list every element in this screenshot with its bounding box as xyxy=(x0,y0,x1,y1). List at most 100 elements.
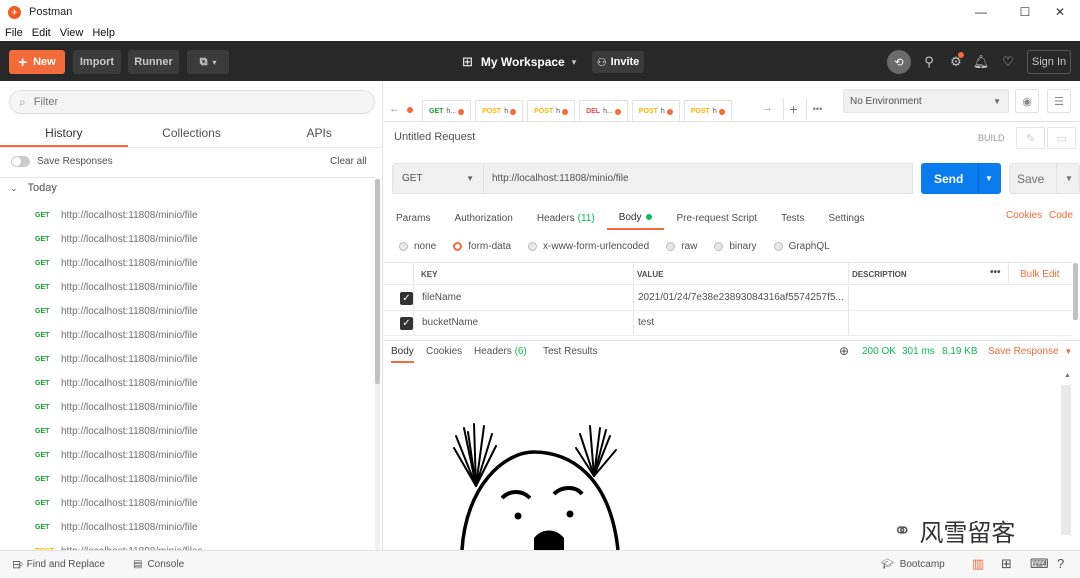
history-item[interactable]: GET http://localhost:11808/minio/file xyxy=(0,323,378,347)
close-window-button[interactable]: ✕ xyxy=(1040,0,1080,24)
runner-button[interactable]: Runner xyxy=(128,50,179,74)
more-tabs-icon[interactable]: ••• xyxy=(806,98,828,120)
filter-input[interactable] xyxy=(33,96,334,108)
keyboard-shortcuts-icon[interactable]: ⌨ xyxy=(1030,556,1049,572)
layout-two-pane-icon[interactable]: ▥ xyxy=(972,556,984,572)
console-button[interactable]: ▤ Console xyxy=(133,559,184,570)
save-responses-toggle[interactable] xyxy=(11,155,30,167)
build-mode-label[interactable]: BUILD xyxy=(978,133,1005,143)
history-item[interactable]: GET http://localhost:11808/minio/file xyxy=(0,443,378,467)
request-tab[interactable]: DEL h... xyxy=(579,100,628,122)
tab-settings[interactable]: Settings xyxy=(816,206,876,230)
history-group-today[interactable]: ⌄ Today xyxy=(10,182,57,194)
add-tab-plus-icon[interactable]: + xyxy=(783,98,803,120)
tab-history[interactable]: History xyxy=(0,121,128,147)
tab-body[interactable]: Body xyxy=(606,206,665,230)
request-tab[interactable]: POST h xyxy=(475,100,524,122)
settings-gear-icon[interactable]: ⚙ xyxy=(947,52,965,71)
response-status[interactable]: 200 OK xyxy=(862,346,896,357)
history-item[interactable]: GET http://localhost:11808/minio/file xyxy=(0,299,378,323)
history-item[interactable]: GET http://localhost:11808/minio/file xyxy=(0,275,378,299)
environment-select[interactable]: No Environment ▼ xyxy=(843,89,1009,113)
resp-tab-test-results[interactable]: Test Results xyxy=(543,346,597,357)
arrow-left-icon[interactable]: ← xyxy=(389,103,400,115)
radio-raw[interactable] xyxy=(666,241,676,251)
response-scrollbar-thumb[interactable] xyxy=(1061,385,1071,535)
more-options-icon[interactable]: ••• xyxy=(990,267,1001,278)
help-icon[interactable]: ? xyxy=(1057,556,1064,571)
method-select[interactable]: GET ▼ xyxy=(392,163,484,194)
minimize-button[interactable]: — xyxy=(961,0,1001,24)
new-window-button[interactable]: ⧉ ▾ xyxy=(187,50,229,74)
sync-off-icon[interactable]: ⟲ xyxy=(887,50,911,74)
radio-none[interactable] xyxy=(399,241,408,251)
tab-apis[interactable]: APIs xyxy=(255,121,383,147)
tab-collections[interactable]: Collections xyxy=(128,121,256,147)
tab-prev-dot[interactable] xyxy=(405,104,413,116)
find-replace-button[interactable]: ⌕ Find and Replace xyxy=(18,559,105,570)
scroll-up-icon[interactable]: ▲ xyxy=(1064,372,1071,379)
param-row-checkbox[interactable]: ✓ xyxy=(400,292,413,305)
satellite-icon[interactable]: ⚲ xyxy=(920,53,938,71)
tab-headers[interactable]: Headers (11) xyxy=(525,206,607,230)
history-item[interactable]: GET http://localhost:11808/minio/file xyxy=(0,395,378,419)
param-value[interactable]: test xyxy=(638,317,654,328)
comment-icon[interactable]: ▭ xyxy=(1047,127,1076,149)
history-item[interactable]: GET http://localhost:11808/minio/file xyxy=(0,347,378,371)
workspace-switcher[interactable]: ⊞ My Workspace ▾ xyxy=(462,50,576,74)
menu-view[interactable]: View xyxy=(60,27,84,39)
menu-edit[interactable]: Edit xyxy=(32,27,51,39)
request-tab[interactable]: POST h xyxy=(527,100,576,122)
globe-icon[interactable]: ⊕ xyxy=(839,344,849,358)
radio-form-data[interactable] xyxy=(453,241,463,251)
invite-button[interactable]: ⚇ Invite xyxy=(592,51,644,73)
history-item[interactable]: GET http://localhost:11808/minio/file xyxy=(0,203,378,227)
cookies-link[interactable]: Cookies xyxy=(1006,210,1042,221)
tab-authorization[interactable]: Authorization xyxy=(442,206,524,230)
maximize-button[interactable]: ☐ xyxy=(1005,0,1045,24)
send-button[interactable]: Send ▼ xyxy=(921,163,1001,194)
history-item[interactable]: POSThttp://localhost:11808/minio/files xyxy=(0,539,378,551)
save-response-button[interactable]: Save Response ▼ xyxy=(988,346,1072,357)
resp-tab-headers[interactable]: Headers (6) xyxy=(474,346,527,357)
request-title[interactable]: Untitled Request xyxy=(394,131,475,143)
request-tab[interactable]: POST h xyxy=(631,100,680,122)
sidebar-scrollbar-thumb[interactable] xyxy=(375,179,380,384)
resp-tab-cookies[interactable]: Cookies xyxy=(426,346,462,357)
code-link[interactable]: Code xyxy=(1049,210,1073,221)
edit-pencil-icon[interactable]: ✎ xyxy=(1016,127,1045,149)
response-time[interactable]: 301 ms xyxy=(902,346,935,357)
param-key[interactable]: bucketName xyxy=(422,317,478,328)
history-item[interactable]: GET http://localhost:11808/minio/file xyxy=(0,467,378,491)
tab-params[interactable]: Params xyxy=(384,206,442,230)
menu-file[interactable]: File xyxy=(5,27,23,39)
radio-graphql[interactable] xyxy=(773,241,783,251)
clear-all-link[interactable]: Clear all xyxy=(330,156,367,167)
request-tab[interactable]: GET h... xyxy=(422,100,472,122)
history-item[interactable]: GET http://localhost:11808/minio/file xyxy=(0,227,378,251)
layout-single-pane-icon[interactable]: ⊞ xyxy=(1001,556,1012,572)
import-button[interactable]: Import xyxy=(73,50,121,74)
radio-binary[interactable] xyxy=(714,241,724,251)
arrow-right-icon[interactable]: → xyxy=(762,102,773,114)
history-item[interactable]: GET http://localhost:11808/minio/file xyxy=(0,371,378,395)
save-button[interactable]: Save ▼ xyxy=(1009,163,1080,194)
send-options-caret-icon[interactable]: ▼ xyxy=(985,174,993,183)
history-item[interactable]: GET http://localhost:11808/minio/file xyxy=(0,419,378,443)
bootcamp-button[interactable]: 🎓︎ Bootcamp xyxy=(881,559,945,570)
environment-settings-icon[interactable]: ☰ xyxy=(1047,89,1071,113)
save-options-caret-icon[interactable]: ▼ xyxy=(1065,174,1073,183)
resp-tab-body[interactable]: Body xyxy=(391,346,414,363)
radio-x-www-form-urlencoded[interactable] xyxy=(528,241,538,251)
tab-pre-request-script[interactable]: Pre-request Script xyxy=(664,206,769,230)
params-scrollbar-thumb[interactable] xyxy=(1073,263,1078,320)
bulk-edit-link[interactable]: Bulk Edit xyxy=(1020,269,1059,280)
response-size[interactable]: 8.19 KB xyxy=(942,346,978,357)
param-value[interactable]: 2021/01/24/7e38e23893084316af5574257f5..… xyxy=(638,292,844,303)
new-button[interactable]: + New xyxy=(9,50,65,74)
sign-in-button[interactable]: Sign In xyxy=(1027,50,1071,74)
tab-tests[interactable]: Tests xyxy=(769,206,816,230)
history-item[interactable]: GET http://localhost:11808/minio/file xyxy=(0,515,378,539)
param-row-checkbox[interactable]: ✓ xyxy=(400,317,413,330)
history-item[interactable]: GET http://localhost:11808/minio/file xyxy=(0,491,378,515)
